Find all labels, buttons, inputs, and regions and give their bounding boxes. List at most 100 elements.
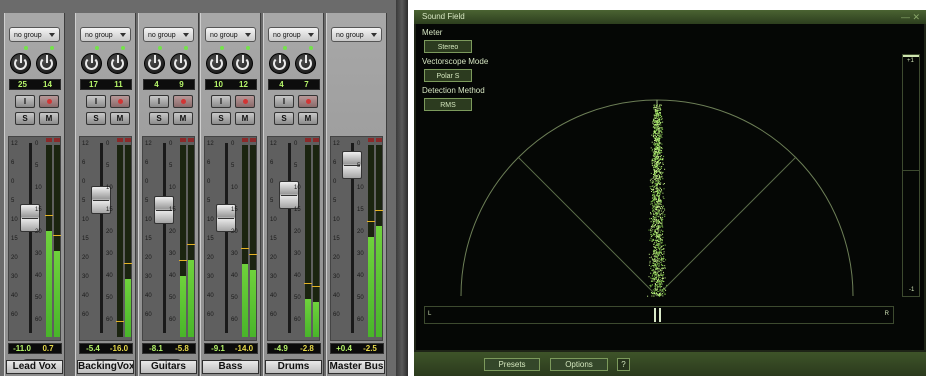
group-select[interactable]: no group (143, 27, 194, 42)
pan-right-knob[interactable] (232, 53, 253, 74)
meter-scale-label: 40 (294, 273, 301, 279)
options-button[interactable]: Options (550, 358, 608, 371)
clip-indicator[interactable] (250, 138, 256, 142)
fader-scale-label: 12 (207, 141, 214, 147)
fader-scale-label: 5 (145, 198, 149, 204)
sound-field-title-bar[interactable]: Sound Field — ✕ (414, 10, 926, 24)
help-button[interactable]: ? (617, 358, 630, 371)
pan-left-knob[interactable] (269, 53, 290, 74)
peak-value: -14.0 (234, 344, 254, 353)
group-select[interactable]: no group (80, 27, 131, 42)
fader-track (225, 143, 228, 333)
clip-indicator[interactable] (46, 138, 52, 142)
pan-left-knob[interactable] (10, 53, 31, 74)
mixer-panel: no group 25 14 ISM 12 6 0 5 10 15 20 30 40 60 0 5 10… (0, 0, 396, 376)
insert-button[interactable]: I (86, 95, 106, 108)
pan-left-knob[interactable] (144, 53, 165, 74)
fader-scale-label: 60 (270, 312, 277, 318)
clip-indicator[interactable] (376, 138, 382, 142)
meter-scale-label: 20 (294, 229, 301, 235)
meter-scale-label: 5 (231, 163, 235, 169)
clip-indicator[interactable] (188, 138, 194, 142)
mute-button[interactable]: M (235, 112, 255, 125)
track-name[interactable]: BackingVox (77, 360, 134, 374)
mute-button[interactable]: M (173, 112, 193, 125)
group-select[interactable]: no group (9, 27, 60, 42)
meter-scale-label: 0 (294, 141, 298, 147)
pan-readout: 17 11 (80, 79, 132, 90)
clip-indicator[interactable] (54, 138, 60, 142)
pan-right-value: 14 (43, 80, 52, 89)
fader-scale-label: 0 (270, 179, 274, 185)
meter-scale-label: 10 (231, 185, 238, 191)
window-controls-icon[interactable]: — ✕ (901, 10, 920, 24)
track-name[interactable]: Guitars (140, 360, 197, 374)
track-name[interactable]: Lead Vox (6, 360, 63, 374)
solo-button[interactable]: S (211, 112, 231, 125)
meter-scale-label: 30 (231, 251, 238, 257)
volume-value: -8.1 (149, 344, 163, 353)
group-select[interactable]: no group (205, 27, 256, 42)
pan-right-knob[interactable] (107, 53, 128, 74)
meter-scale-label: 40 (106, 273, 113, 279)
level-meter (187, 145, 195, 337)
solo-button[interactable]: S (15, 112, 35, 125)
pan-readout: 4 7 (268, 79, 320, 90)
peak-value: -2.8 (300, 344, 314, 353)
fader-track (288, 143, 291, 333)
insert-button[interactable]: I (149, 95, 169, 108)
pan-right-value: 11 (114, 80, 123, 89)
insert-button[interactable]: I (274, 95, 294, 108)
pan-right-knob[interactable] (36, 53, 57, 74)
fader-scale-label: 12 (270, 141, 277, 147)
solo-button[interactable]: S (274, 112, 294, 125)
send-led-icon (246, 46, 250, 50)
clip-indicator[interactable] (313, 138, 319, 142)
pan-readout: 25 14 (9, 79, 61, 90)
clip-indicator[interactable] (368, 138, 374, 142)
pan-left-knob[interactable] (206, 53, 227, 74)
pan-left-knob[interactable] (81, 53, 102, 74)
insert-button[interactable]: I (15, 95, 35, 108)
record-button[interactable] (39, 95, 59, 108)
clip-indicator[interactable] (305, 138, 311, 142)
meter-scale-label: 0 (106, 141, 110, 147)
pan-left-value: 25 (18, 80, 27, 89)
clip-indicator[interactable] (242, 138, 248, 142)
track-name[interactable]: Drums (265, 360, 322, 374)
window-divider[interactable] (396, 0, 408, 376)
record-button[interactable] (110, 95, 130, 108)
scope-diagonal-left (517, 156, 658, 297)
mute-button[interactable]: M (298, 112, 318, 125)
meter-scale-label: 0 (357, 141, 361, 147)
fader-area: 12 6 0 5 10 15 20 30 40 60 0 5 10 15 20 30 40 50 60 (142, 136, 195, 341)
fader-scale-label: 60 (82, 312, 89, 318)
track-name[interactable]: Bass (202, 360, 259, 374)
meter-scale-label: 60 (35, 317, 42, 323)
group-select[interactable]: no group (268, 27, 319, 42)
record-button[interactable] (173, 95, 193, 108)
fader-scale-label: 0 (82, 179, 86, 185)
send-led-icon (121, 46, 125, 50)
fader-scale-label: 30 (207, 274, 214, 280)
fader-scale-label: 40 (333, 293, 340, 299)
pan-right-knob[interactable] (170, 53, 191, 74)
pan-right-knob[interactable] (295, 53, 316, 74)
fader-scale-label: 15 (145, 236, 152, 242)
insert-button[interactable]: I (211, 95, 231, 108)
clip-indicator[interactable] (117, 138, 123, 142)
mute-button[interactable]: M (39, 112, 59, 125)
fader-scale-label: 10 (82, 217, 89, 223)
clip-indicator[interactable] (180, 138, 186, 142)
group-select[interactable]: no group (331, 27, 382, 42)
clip-indicator[interactable] (125, 138, 131, 142)
presets-button[interactable]: Presets (484, 358, 540, 371)
record-button[interactable] (298, 95, 318, 108)
fader-scale-label: 0 (145, 179, 149, 185)
solo-button[interactable]: S (149, 112, 169, 125)
mute-button[interactable]: M (110, 112, 130, 125)
record-button[interactable] (235, 95, 255, 108)
solo-button[interactable]: S (86, 112, 106, 125)
fader-scale-label: 5 (333, 198, 337, 204)
track-name[interactable]: Master Bus (328, 360, 385, 374)
